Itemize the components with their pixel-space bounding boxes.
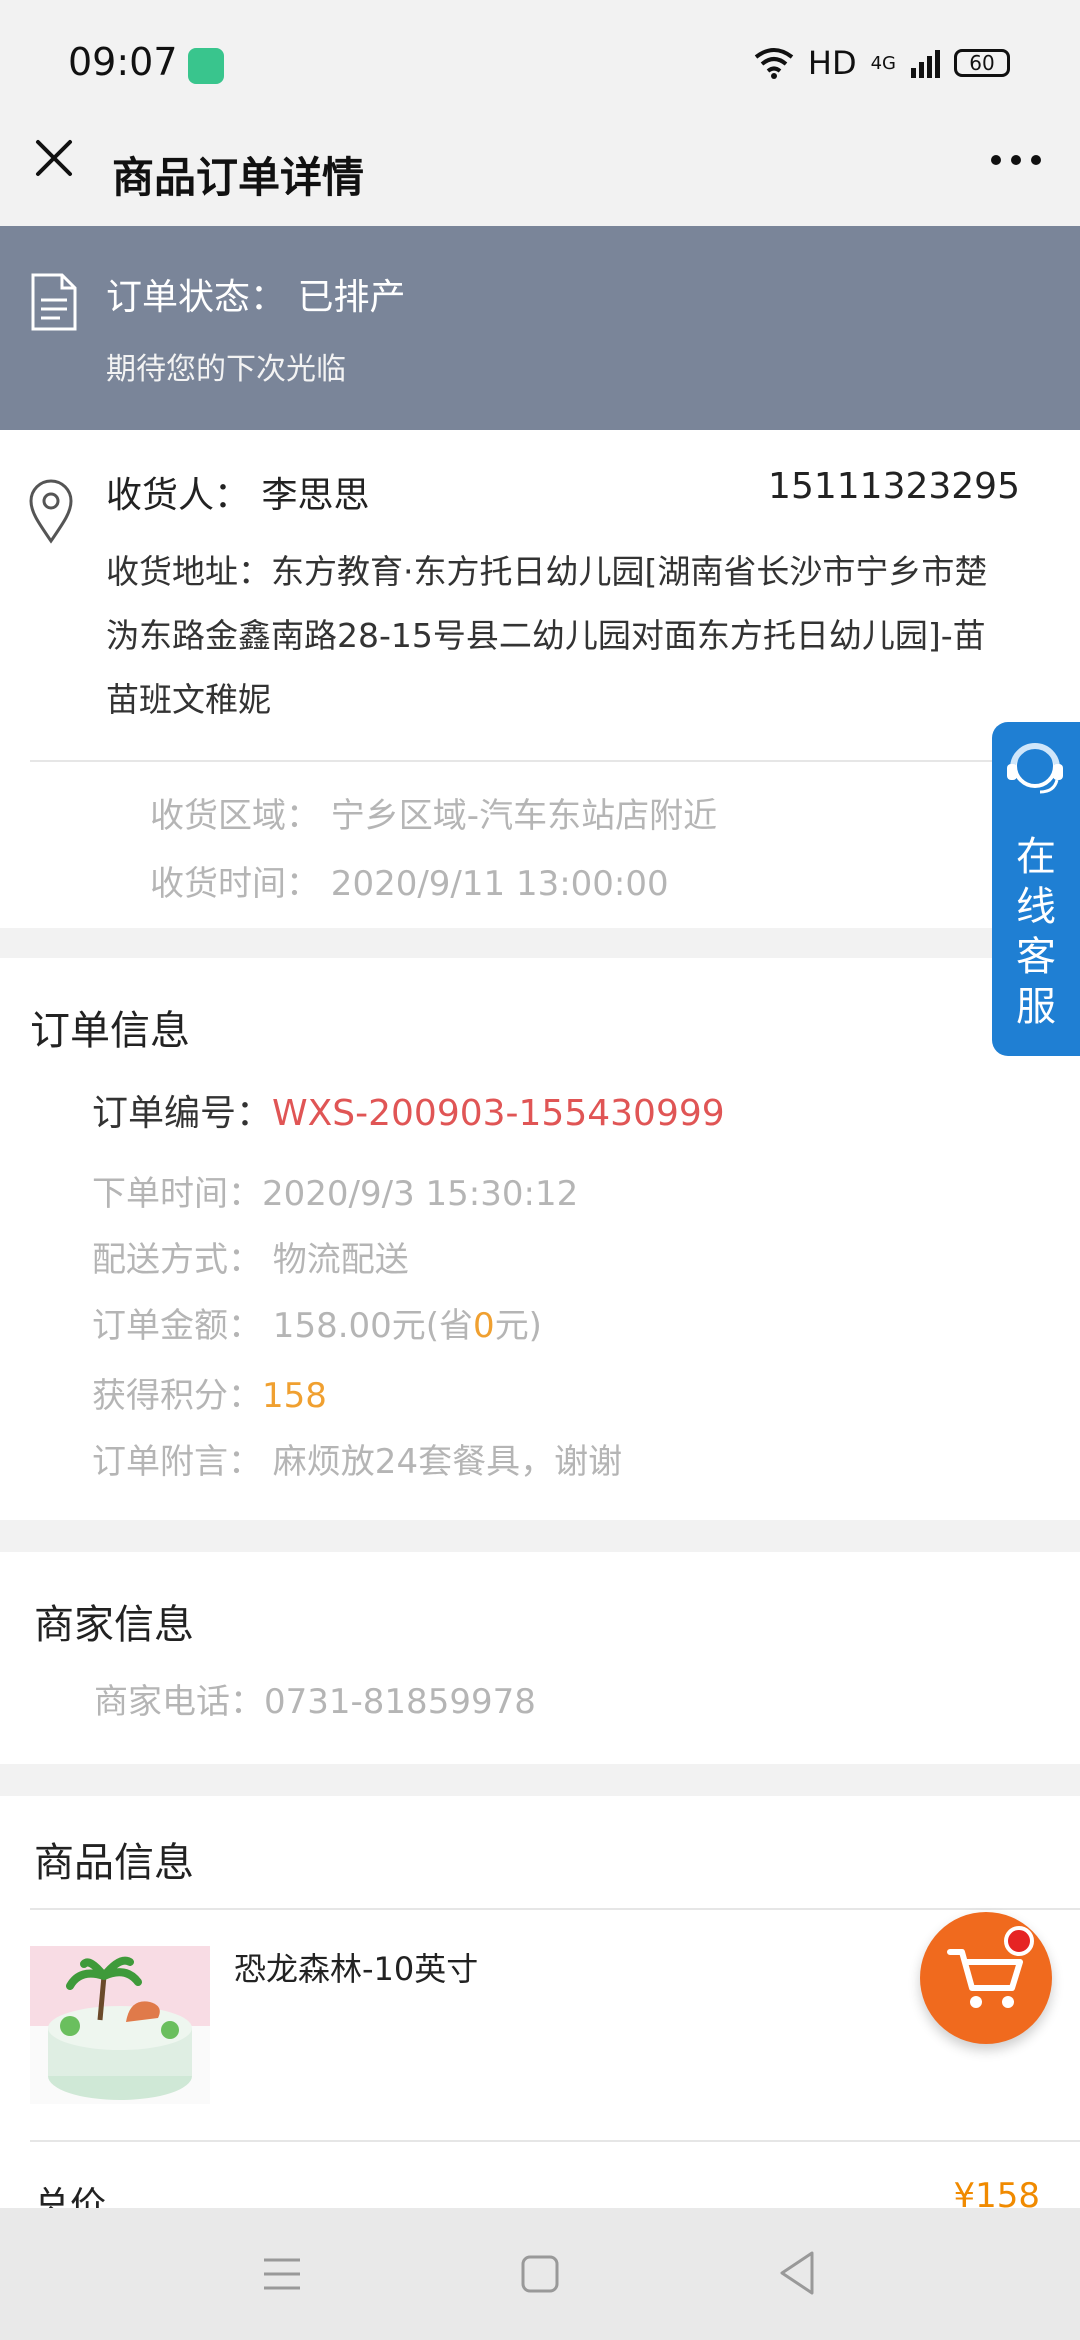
product-image[interactable]: [30, 1946, 210, 2104]
signal-icon: [911, 50, 940, 78]
receiver-name: 收货人： 李思思: [106, 475, 370, 516]
battery-level: 60: [969, 51, 995, 75]
order-amount: 订单金额： 158.00元(省0元): [92, 1298, 542, 1347]
merchant-phone[interactable]: 商家电话：0731-81859978: [94, 1674, 536, 1723]
divider: [30, 2140, 1080, 2142]
order-status: 订单状态： 已排产: [106, 277, 406, 318]
order-number-label: 订单编号：: [92, 1093, 273, 1134]
order-number[interactable]: WXS-200903-155430999: [272, 1093, 725, 1134]
wifi-icon: [754, 48, 794, 79]
order-status-banner: [0, 226, 1080, 430]
points-label: 获得积分：: [92, 1376, 262, 1416]
order-number-row: 订单编号：WXS-200903-155430999: [92, 1084, 725, 1136]
status-time: 09:07: [68, 40, 178, 84]
order-info-heading: 订单信息: [30, 1008, 190, 1054]
network-label: HD: [807, 44, 857, 82]
battery-icon: 60: [954, 49, 1010, 77]
receiver-phone[interactable]: 15111323295: [768, 466, 1020, 507]
points-row: 获得积分：158: [92, 1368, 327, 1417]
product-heading: 商品信息: [34, 1840, 194, 1886]
more-options-icon[interactable]: [988, 150, 1044, 170]
delivery-method: 配送方式： 物流配送: [92, 1240, 409, 1280]
divider: [30, 760, 1080, 762]
location-pin-icon: [29, 479, 73, 544]
delivery-area: 收货区域： 宁乡区域-汽车东站店附近: [150, 796, 718, 836]
amount-saved: 0: [473, 1306, 495, 1346]
delivery-address: 收货地址：东方教育·东方托日幼儿园[湖南省长沙市宁乡市楚沩东路金鑫南路28-15…: [106, 552, 988, 719]
app-notification-icon: [188, 48, 224, 84]
status-indicators: HD 4G 60: [754, 44, 1010, 82]
product-name[interactable]: 恐龙森林-10英寸: [234, 1944, 478, 1990]
back-icon[interactable]: [778, 2250, 816, 2296]
merchant-heading: 商家信息: [34, 1602, 194, 1648]
menu-icon[interactable]: [262, 2256, 302, 2292]
close-icon[interactable]: [34, 138, 74, 178]
points-value: 158: [262, 1376, 327, 1416]
headset-icon: [1007, 743, 1063, 794]
merchant-section: [0, 1552, 1080, 1764]
divider: [30, 1908, 1080, 1910]
signal-label: 4G: [870, 52, 896, 74]
order-time: 下单时间：2020/9/3 15:30:12: [92, 1174, 579, 1214]
home-icon[interactable]: [520, 2254, 560, 2294]
order-amount-prefix: 订单金额： 158.00元(省: [92, 1306, 474, 1346]
order-amount-suffix: 元): [494, 1306, 542, 1346]
status-subtext: 期待您的下次光临: [106, 352, 346, 387]
total-section: [0, 2142, 1080, 2208]
cart-badge: [1004, 1926, 1034, 1956]
receive-time: 收货时间： 2020/9/11 13:00:00: [150, 864, 669, 904]
order-remark: 订单附言： 麻烦放24套餐具，谢谢: [92, 1442, 623, 1482]
page-title: 商品订单详情: [112, 153, 365, 202]
online-service-label[interactable]: 在线客服: [1008, 832, 1064, 1032]
document-icon: [31, 273, 77, 331]
